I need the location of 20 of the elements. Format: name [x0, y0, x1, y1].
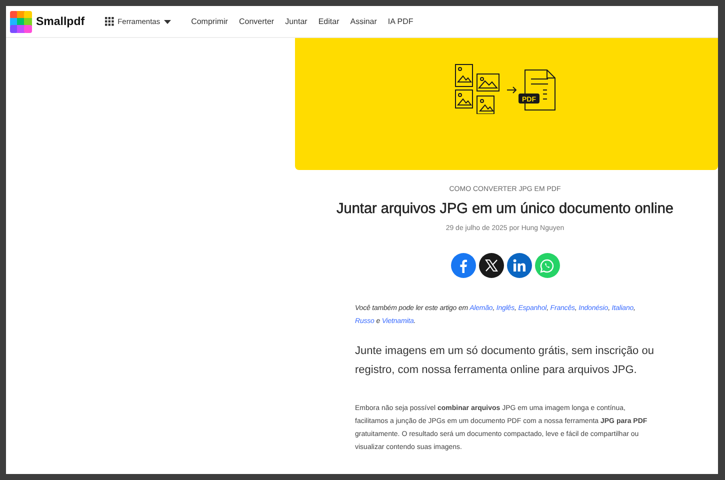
article-lead: Junte imagens em um só documento grátis, sem inscrição ou registro, com nossa ferramenta online para arquivos JPG. [355, 344, 655, 378]
linkedin-share-button[interactable] [506, 253, 532, 278]
nav-link[interactable]: Editar [318, 17, 340, 26]
x-icon [484, 259, 498, 272]
facebook-icon [458, 258, 468, 272]
nav-link[interactable]: Comprimir [191, 17, 228, 26]
linkedin-icon [512, 259, 526, 272]
nav-link[interactable]: Juntar [285, 17, 308, 26]
logo[interactable]: Smallpdf [10, 10, 85, 32]
logo-icon [10, 10, 32, 32]
caret-icon [164, 20, 172, 24]
facebook-share-button[interactable] [450, 253, 476, 278]
grid-icon [104, 17, 114, 26]
nav-link[interactable]: Converter [238, 17, 274, 26]
whatsapp-icon [540, 258, 554, 272]
nav-link[interactable]: IA PDF [388, 17, 414, 26]
article-title: Juntar arquivos JPG em um único documento online [336, 201, 674, 217]
logo-text: Smallpdf [36, 16, 85, 28]
x-share-button[interactable] [478, 253, 504, 278]
nav-link[interactable]: Assinar [350, 17, 377, 26]
